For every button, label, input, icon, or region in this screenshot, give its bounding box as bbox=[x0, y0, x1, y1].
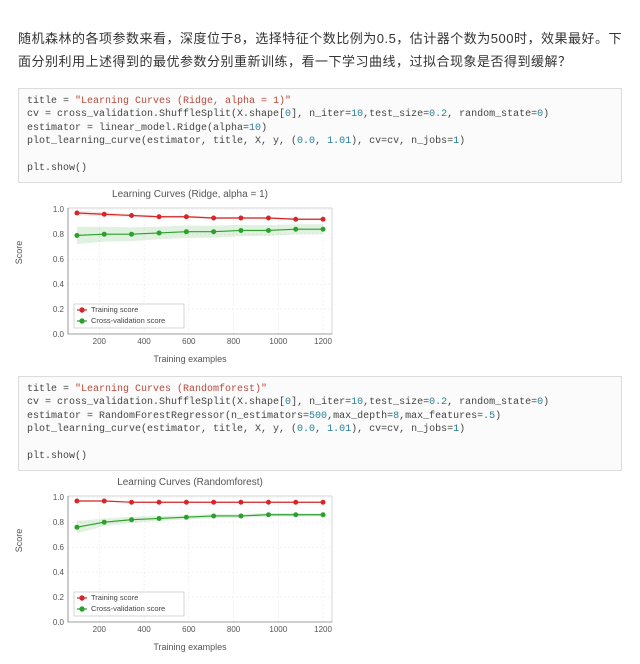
svg-text:1.0: 1.0 bbox=[53, 205, 65, 214]
code-text: cv = cross_validation.ShuffleSplit(X.sha… bbox=[27, 397, 285, 408]
svg-text:0.0: 0.0 bbox=[53, 618, 65, 627]
svg-text:0.8: 0.8 bbox=[53, 518, 65, 527]
svg-text:0.4: 0.4 bbox=[53, 280, 65, 289]
code-text: ) bbox=[543, 109, 549, 120]
svg-text:400: 400 bbox=[137, 337, 151, 346]
code-text: plot_learning_curve(estimator, title, X,… bbox=[27, 136, 297, 147]
x-axis-label: Training examples bbox=[40, 642, 340, 652]
code-text: title = bbox=[27, 96, 75, 107]
chart-title: Learning Curves (Randomforest) bbox=[40, 477, 340, 488]
code-ridge: title = "Learning Curves (Ridge, alpha =… bbox=[18, 88, 622, 183]
svg-text:200: 200 bbox=[93, 625, 107, 634]
svg-text:600: 600 bbox=[182, 625, 196, 634]
svg-text:0.2: 0.2 bbox=[53, 305, 65, 314]
svg-text:0.4: 0.4 bbox=[53, 568, 65, 577]
svg-text:1200: 1200 bbox=[314, 337, 332, 346]
code-text: ) bbox=[495, 411, 501, 422]
intro-paragraph: 随机森林的各项参数来看，深度位于8，选择特征个数比例为0.5，估计器个数为500… bbox=[18, 27, 622, 74]
code-text: ) bbox=[261, 123, 267, 134]
code-text: plot_learning_curve(estimator, title, X,… bbox=[27, 424, 297, 435]
code-text: estimator = linear_model.Ridge(alpha= bbox=[27, 123, 249, 134]
ridge-section: title = "Learning Curves (Ridge, alpha =… bbox=[0, 88, 640, 364]
svg-text:1000: 1000 bbox=[269, 337, 287, 346]
code-text: ), cv=cv, n_jobs= bbox=[351, 136, 453, 147]
svg-text:1.0: 1.0 bbox=[53, 493, 65, 502]
chart-svg: 0.0 0.2 0.4 0.6 0.8 1.0 200 400 600 800 1000 1200 Tr… bbox=[40, 490, 340, 640]
code-text: cv = cross_validation.ShuffleSplit(X.sha… bbox=[27, 109, 285, 120]
code-text: estimator = RandomForestRegressor(n_esti… bbox=[27, 411, 309, 422]
svg-text:0.6: 0.6 bbox=[53, 543, 65, 552]
code-text: title = bbox=[27, 384, 75, 395]
code-rf: title = "Learning Curves (Randomforest)"… bbox=[18, 376, 622, 471]
code-text: ) bbox=[459, 136, 465, 147]
code-number: 10 bbox=[249, 123, 261, 134]
code-number: 0.2 bbox=[429, 397, 447, 408]
svg-text:0.0: 0.0 bbox=[53, 330, 65, 339]
code-number: 10 bbox=[351, 109, 363, 120]
svg-text:800: 800 bbox=[227, 337, 241, 346]
y-axis-label: Score bbox=[14, 529, 24, 553]
article-body: 随机森林的各项参数来看，深度位于8，选择特征个数比例为0.5，估计器个数为500… bbox=[0, 0, 640, 74]
code-number: 0.0 bbox=[297, 136, 315, 147]
code-text: ,max_depth= bbox=[327, 411, 393, 422]
svg-text:1200: 1200 bbox=[314, 625, 332, 634]
code-text: ,max_features= bbox=[399, 411, 483, 422]
y-axis-label: Score bbox=[14, 241, 24, 265]
code-text: , bbox=[315, 424, 327, 435]
code-text: ], n_iter= bbox=[291, 397, 351, 408]
code-string: "Learning Curves (Randomforest)" bbox=[75, 384, 267, 395]
chart-title: Learning Curves (Ridge, alpha = 1) bbox=[40, 189, 340, 200]
code-text: ,test_size= bbox=[363, 397, 429, 408]
x-axis-label: Training examples bbox=[40, 354, 340, 364]
code-string: "Learning Curves (Ridge, alpha = 1)" bbox=[75, 96, 291, 107]
svg-text:0.6: 0.6 bbox=[53, 255, 65, 264]
svg-text:200: 200 bbox=[93, 337, 107, 346]
chart-svg: 0.0 0.2 0.4 0.6 0.8 1.0 200 400 600 800 1000 1200 Tr… bbox=[40, 202, 340, 352]
code-number: 10 bbox=[351, 397, 363, 408]
svg-text:1000: 1000 bbox=[269, 625, 287, 634]
svg-text:400: 400 bbox=[137, 625, 151, 634]
code-text: plt.show() bbox=[27, 451, 87, 462]
code-text: ) bbox=[543, 397, 549, 408]
code-number: 1.01 bbox=[327, 424, 351, 435]
code-number: 0.0 bbox=[297, 424, 315, 435]
code-number: 1.01 bbox=[327, 136, 351, 147]
code-text: , random_state= bbox=[447, 109, 537, 120]
code-text: ) bbox=[459, 424, 465, 435]
svg-text:0.8: 0.8 bbox=[53, 230, 65, 239]
code-text: ), cv=cv, n_jobs= bbox=[351, 424, 453, 435]
svg-text:0.2: 0.2 bbox=[53, 593, 65, 602]
code-number: .5 bbox=[483, 411, 495, 422]
code-text: plt.show() bbox=[27, 163, 87, 174]
svg-text:800: 800 bbox=[227, 625, 241, 634]
svg-text:Training score: Training score bbox=[91, 593, 138, 602]
code-text: , bbox=[315, 136, 327, 147]
svg-text:Cross-validation score: Cross-validation score bbox=[91, 604, 165, 613]
code-number: 0.2 bbox=[429, 109, 447, 120]
chart-ridge: Learning Curves (Ridge, alpha = 1) Score… bbox=[40, 189, 340, 364]
chart-rf: Learning Curves (Randomforest) Score 0.0… bbox=[40, 477, 340, 652]
rf-section: title = "Learning Curves (Randomforest)"… bbox=[0, 376, 640, 652]
code-text: , random_state= bbox=[447, 397, 537, 408]
code-text: ], n_iter= bbox=[291, 109, 351, 120]
svg-text:600: 600 bbox=[182, 337, 196, 346]
svg-text:Training score: Training score bbox=[91, 305, 138, 314]
code-number: 500 bbox=[309, 411, 327, 422]
svg-text:Cross-validation score: Cross-validation score bbox=[91, 316, 165, 325]
code-text: ,test_size= bbox=[363, 109, 429, 120]
